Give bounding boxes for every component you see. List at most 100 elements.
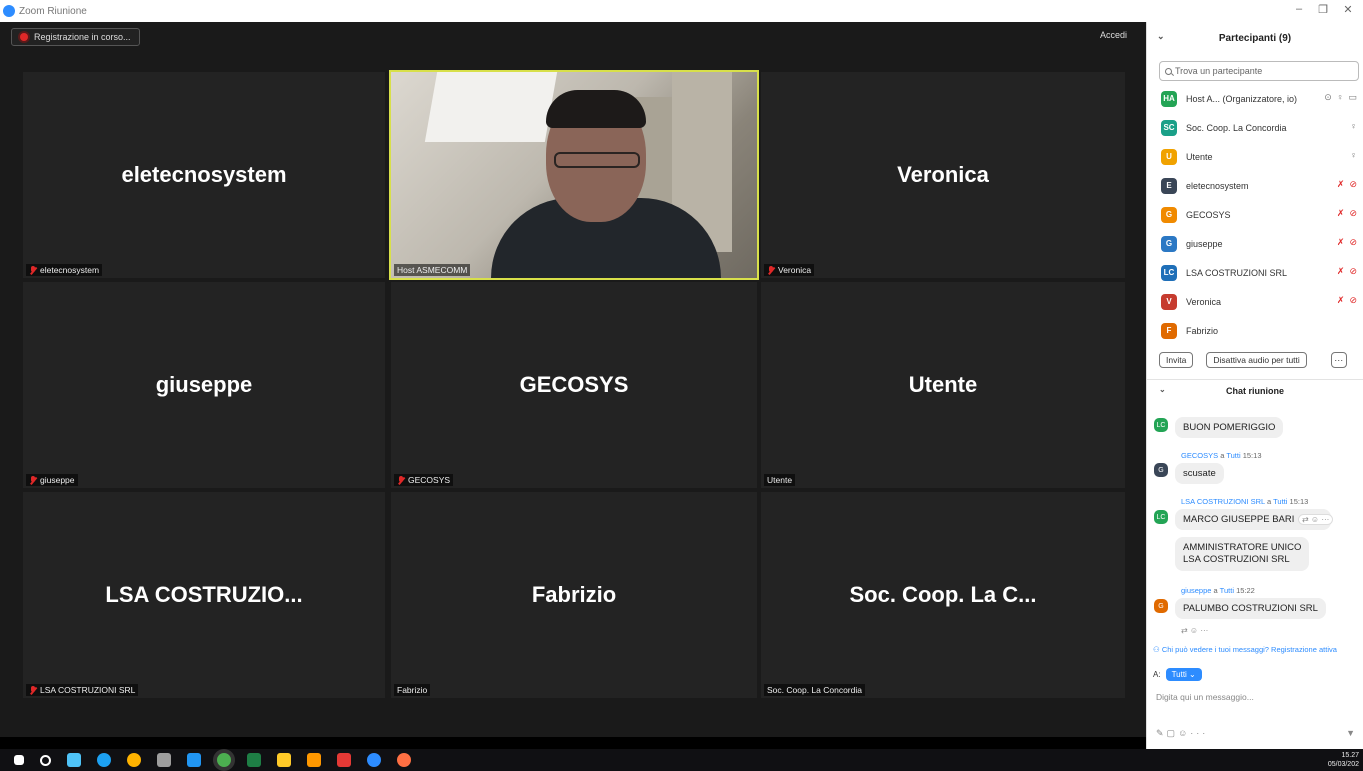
windows-taskbar: 15.27 05/03/202 — [0, 749, 1363, 771]
more-icon[interactable]: ··· — [1190, 728, 1208, 738]
participant-row[interactable]: HA Host A... (Organizzatore, io) ⊙ ♀ ▭ — [1147, 84, 1363, 113]
mic-icon: ♀ — [1350, 121, 1357, 131]
participant-actions: Invita Disattiva audio per tutti ··· — [1147, 347, 1363, 373]
more-options-button[interactable]: ··· — [1330, 352, 1347, 368]
video-tile[interactable]: Veronica Veronica — [761, 72, 1125, 278]
windows-start-icon[interactable] — [14, 755, 24, 765]
chat-title: Chat riunione — [1226, 385, 1284, 396]
app-icon[interactable] — [337, 753, 351, 767]
participant-status-icons: ✗ ⊘ — [1337, 209, 1357, 218]
screenshot-icon[interactable]: ✎ — [1156, 728, 1167, 738]
task-view-icon[interactable] — [67, 753, 81, 767]
restore-button[interactable]: ❐ — [1311, 3, 1335, 16]
participant-status-icons: ✗ ⊘ — [1337, 267, 1357, 276]
participant-row[interactable]: U Utente ♀ — [1147, 142, 1363, 171]
tile-display-name: eletecnosystem — [121, 162, 287, 187]
mic-muted-icon: ✗ — [1336, 237, 1345, 247]
participant-avatar: G — [1161, 235, 1177, 252]
message-reaction-bar[interactable]: ⇄ ☺ ··· — [1298, 514, 1334, 525]
edge-icon[interactable] — [97, 753, 111, 767]
chat-avatar: LC — [1154, 418, 1168, 432]
collapse-chevron-icon[interactable]: ⌄ — [1157, 31, 1165, 42]
mail-icon[interactable] — [187, 753, 201, 767]
recording-indicator[interactable]: Registrazione in corso... — [11, 28, 140, 46]
chat-message[interactable]: AMMINISTRATORE UNICO LSA COSTRUZIONI SRL — [1175, 537, 1310, 571]
background-window — [424, 72, 558, 142]
participant-avatar: G — [1161, 206, 1177, 223]
participant-row[interactable]: LC LSA COSTRUZIONI SRL ✗ ⊘ — [1147, 258, 1363, 287]
zoom-logo-icon — [3, 5, 15, 17]
file-icon[interactable]: ▢ — [1167, 728, 1179, 738]
person-glasses — [554, 152, 640, 168]
camera-off-icon: ⊘ — [1349, 237, 1357, 247]
tile-name-label: GECOSYS — [394, 474, 454, 486]
participant-row[interactable]: Eeletecnosystem ✗ ⊘ — [1147, 171, 1363, 200]
privacy-note[interactable]: ⚇ Chi può vedere i tuoi messaggi? Regist… — [1153, 645, 1337, 654]
video-tile-active-speaker[interactable]: Host ASMECOMM — [389, 70, 759, 280]
chat-avatar: G — [1154, 463, 1168, 477]
video-tile[interactable]: Soc. Coop. La C... Soc. Coop. La Concord… — [761, 492, 1125, 698]
people-icon: ⚇ — [1153, 645, 1162, 654]
invite-button[interactable]: Invita — [1159, 352, 1194, 368]
tile-name-label: LSA COSTRUZIONI SRL — [26, 684, 139, 696]
emoji-icon[interactable]: ☺ — [1178, 728, 1190, 738]
chat-avatar: G — [1154, 599, 1168, 613]
app-icon[interactable] — [307, 753, 321, 767]
video-tile[interactable]: GECOSYS GECOSYS — [391, 282, 757, 488]
chrome-icon[interactable] — [217, 753, 231, 767]
recording-dot-icon — [20, 33, 28, 41]
participant-row[interactable]: F Fabrizio — [1147, 316, 1363, 345]
tile-name-label: giuseppe — [26, 474, 78, 486]
participant-row[interactable]: SC Soc. Coop. La Concordia ♀ — [1147, 113, 1363, 142]
app-icon[interactable] — [127, 753, 141, 767]
recipient-dropdown[interactable]: Tutti ⌄ — [1165, 668, 1202, 681]
participant-row[interactable]: Ggiuseppe ✗ ⊘ — [1147, 229, 1363, 258]
tile-display-name: Soc. Coop. La C... — [849, 582, 1037, 607]
system-clock[interactable]: 15.27 05/03/202 — [1328, 751, 1359, 769]
send-icon[interactable]: ▼ — [1346, 728, 1355, 738]
video-tile[interactable]: giuseppe giuseppe — [23, 282, 385, 488]
accedi-button[interactable]: Accedi — [1100, 30, 1127, 40]
participant-status-icons: ✗ ⊘ — [1337, 238, 1357, 247]
file-explorer-icon[interactable] — [277, 753, 291, 767]
participant-avatar: LC — [1161, 264, 1177, 281]
chat-avatar: LC — [1154, 510, 1168, 524]
tile-display-name: Utente — [908, 372, 978, 397]
video-tile[interactable]: LSA COSTRUZIO... LSA COSTRUZIONI SRL — [23, 492, 385, 698]
chat-message-meta: LSA COSTRUZIONI SRL a Tutti 15:13 — [1181, 497, 1309, 506]
participant-search-input[interactable]: Trova un partecipante — [1159, 61, 1359, 81]
search-icon[interactable] — [40, 754, 51, 766]
video-tile[interactable]: Fabrizio Fabrizio — [391, 492, 757, 698]
chat-message-input[interactable]: Digita qui un messaggio... — [1156, 692, 1254, 702]
side-panel: ⌄ Partecipanti (9) Trova un partecipante… — [1146, 22, 1363, 749]
excel-icon[interactable] — [247, 753, 261, 767]
video-tile[interactable]: eletecnosystem eletecnosystem — [23, 72, 385, 278]
chat-message[interactable]: PALUMBO COSTRUZIONI SRL — [1175, 598, 1326, 619]
tile-display-name: giuseppe — [155, 372, 253, 397]
app-icon[interactable] — [397, 753, 411, 767]
collapse-chevron-icon[interactable]: ⌄ — [1159, 385, 1166, 394]
message-reaction-bar[interactable]: ⇄ ☺ ··· — [1181, 626, 1208, 635]
mic-muted-icon — [29, 475, 37, 485]
participant-avatar: V — [1161, 293, 1177, 310]
chat-message[interactable]: BUON POMERIGGIO — [1175, 417, 1284, 438]
chat-header: ⌄ Chat riunione — [1147, 379, 1363, 401]
participant-name: Veronica — [1186, 296, 1222, 307]
chat-message[interactable]: scusate — [1175, 463, 1224, 484]
camera-off-icon: ⊘ — [1349, 208, 1357, 218]
participant-row[interactable]: G GECOSYS ✗ ⊘ — [1147, 200, 1363, 229]
title-bar: Zoom Riunione – ❐ ✕ — [0, 0, 1363, 22]
mic-muted-icon: ✗ — [1336, 295, 1345, 305]
tile-display-name: Fabrizio — [531, 582, 617, 607]
participant-row[interactable]: V Veronica ✗ ⊘ — [1147, 287, 1363, 316]
zoom-icon[interactable] — [367, 753, 381, 767]
tile-display-name: LSA COSTRUZIO... — [105, 582, 303, 607]
video-tile[interactable]: Utente Utente — [761, 282, 1125, 488]
mic-muted-icon — [29, 685, 37, 695]
chat-tools: ✎▢☺··· — [1156, 728, 1208, 739]
mute-all-button[interactable]: Disattiva audio per tutti — [1206, 352, 1307, 368]
minimize-button[interactable]: – — [1287, 3, 1311, 15]
participants-header: ⌄ Partecipanti (9) — [1147, 22, 1363, 55]
close-button[interactable]: ✕ — [1336, 3, 1360, 16]
app-icon[interactable] — [157, 753, 171, 767]
